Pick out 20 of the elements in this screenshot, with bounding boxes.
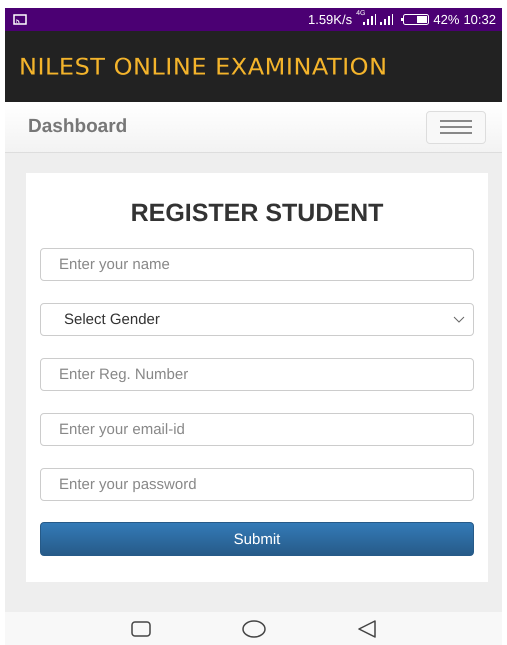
square-icon[interactable] [130, 620, 150, 636]
network-speed: 1.59K/s [308, 12, 352, 27]
battery-level: 42% [433, 12, 460, 27]
submit-button[interactable]: Submit [40, 522, 474, 556]
menu-button[interactable] [426, 110, 486, 144]
input-field[interactable]: Enter Reg. Number [40, 358, 474, 391]
circle-icon[interactable] [242, 620, 266, 638]
clock: 10:32 [463, 12, 496, 27]
battery-icon [401, 14, 430, 25]
dashboard-link[interactable]: Dashboard [28, 116, 128, 138]
input-field[interactable]: Enter your email-id [40, 413, 474, 446]
gender-select[interactable]: Select Gender [40, 303, 474, 336]
menu-icon [440, 120, 472, 134]
app-title: NILEST ONLINE EXAMINATION [19, 53, 388, 80]
screen-cast-icon [13, 14, 27, 25]
input-field[interactable]: Enter your password [40, 468, 474, 501]
form-title: REGISTER STUDENT [130, 199, 384, 228]
back-icon[interactable] [356, 620, 376, 638]
input-field[interactable]: Enter your name [40, 248, 474, 281]
chevron-icon [453, 316, 465, 323]
